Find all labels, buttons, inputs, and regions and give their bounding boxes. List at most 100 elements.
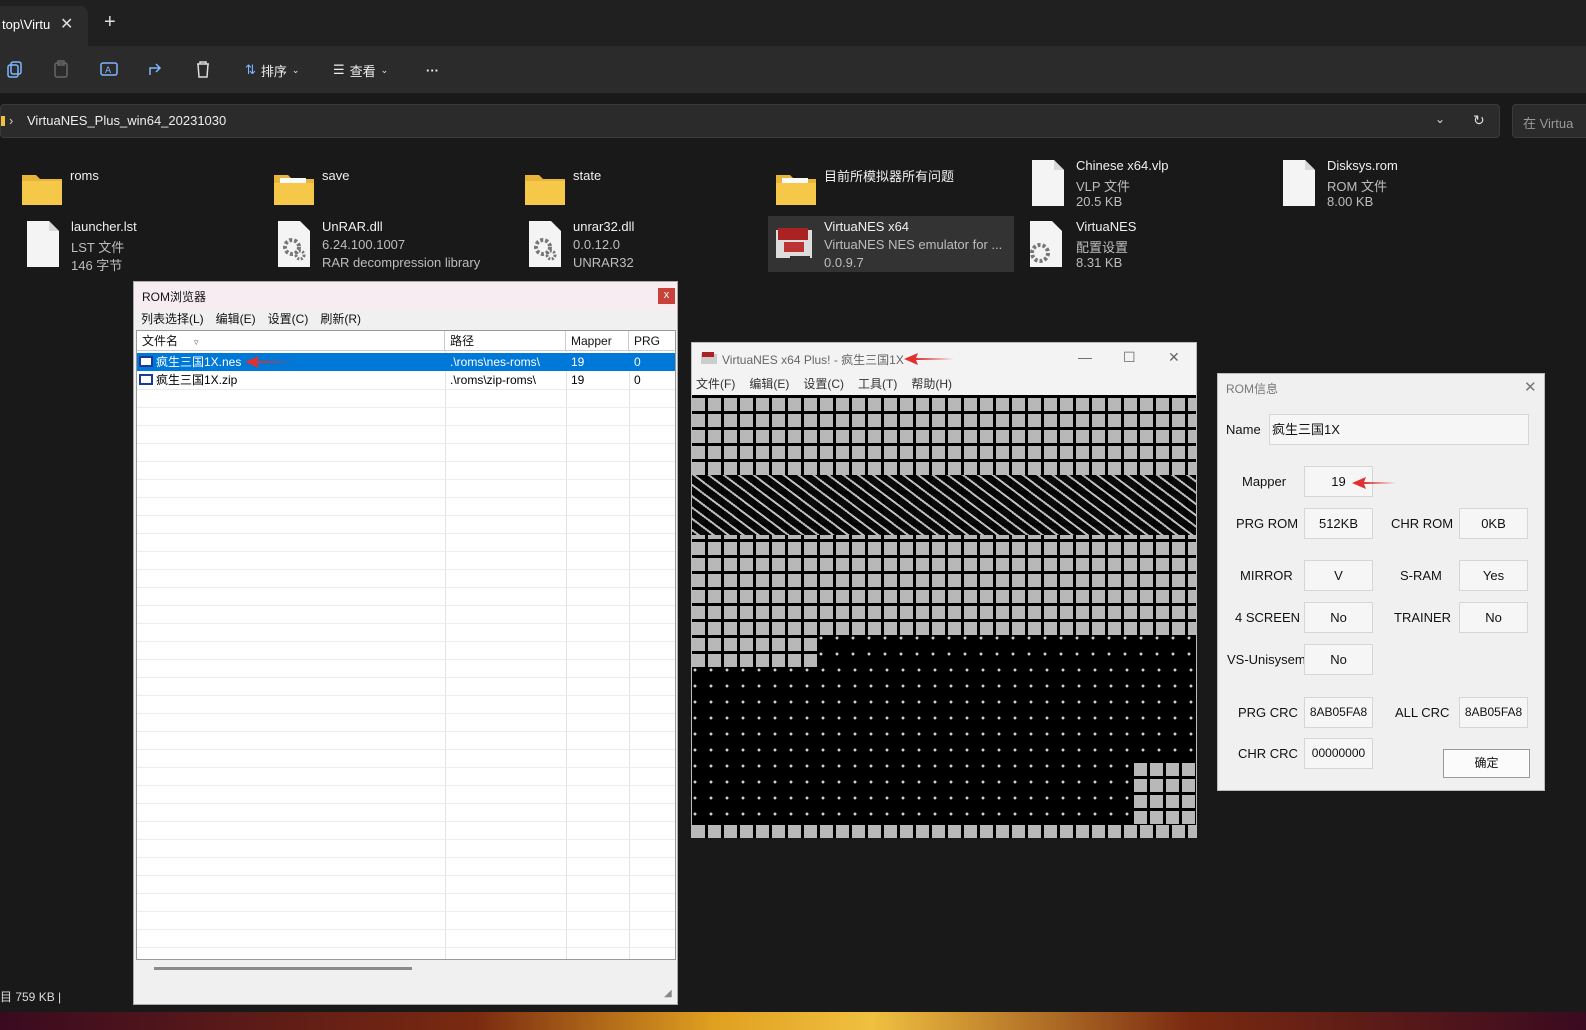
title-bar[interactable]: ROM浏览器 x bbox=[134, 282, 677, 309]
file-description: RAR decompression library bbox=[322, 255, 481, 270]
sram-field[interactable]: Yes bbox=[1459, 560, 1528, 591]
file-name: UnRAR.dll bbox=[322, 219, 383, 234]
rom-list[interactable]: 文件名 ▿ 路径 Mapper PRG 疯生三国1X.nes .\roms\nes… bbox=[136, 330, 676, 960]
table-row[interactable]: 疯生三国1X.nes .\roms\nes-roms\ 19 0 bbox=[137, 353, 675, 371]
close-icon[interactable]: ✕ bbox=[1168, 349, 1180, 366]
all-crc-field[interactable]: 8AB05FA8 bbox=[1459, 697, 1528, 728]
cell-prg: 0 bbox=[634, 355, 641, 369]
file-size: 8.00 KB bbox=[1327, 194, 1374, 209]
menu-edit[interactable]: 编辑(E) bbox=[749, 375, 789, 395]
gear-file-icon bbox=[1030, 221, 1062, 267]
new-tab-icon[interactable]: + bbox=[104, 12, 116, 32]
close-icon[interactable]: ✕ bbox=[60, 14, 73, 34]
address-path[interactable]: VirtuaNES_Plus_win64_20231030 bbox=[27, 113, 226, 128]
menu-file[interactable]: 文件(F) bbox=[696, 375, 735, 395]
minimize-icon[interactable]: — bbox=[1078, 349, 1092, 365]
chr-rom-field[interactable]: 0KB bbox=[1459, 508, 1528, 539]
address-bar[interactable]: › VirtuaNES_Plus_win64_20231030 ⌄ ↻ bbox=[0, 104, 1500, 138]
file-item[interactable]: Chinese x64.vlp VLP 文件 20.5 KB bbox=[1026, 158, 1266, 214]
tab-title: top\Virtu bbox=[2, 17, 50, 32]
menu-list-select[interactable]: 列表选择(L) bbox=[141, 310, 204, 330]
more-button[interactable]: ··· bbox=[426, 59, 439, 81]
four-screen-field[interactable]: No bbox=[1304, 602, 1373, 633]
column-prg[interactable]: PRG bbox=[629, 331, 675, 351]
file-item[interactable]: VirtuaNES 配置设置 8.31 KB bbox=[1024, 219, 1264, 275]
famicom-icon bbox=[776, 228, 812, 264]
row-separator bbox=[137, 875, 675, 876]
menu-settings[interactable]: 设置(C) bbox=[268, 310, 309, 330]
folder-icon bbox=[22, 175, 62, 205]
mirror-field[interactable]: V bbox=[1304, 560, 1373, 591]
menu-tools[interactable]: 工具(T) bbox=[858, 375, 897, 395]
vs-unisystem-field[interactable]: No bbox=[1304, 644, 1373, 675]
prg-crc-label: PRG CRC bbox=[1238, 705, 1298, 720]
file-item[interactable]: roms bbox=[20, 164, 250, 220]
refresh-icon[interactable]: ↻ bbox=[1473, 112, 1485, 129]
title-bar[interactable]: VirtuaNES x64 Plus! - 疯生三国1X — ☐ ✕ bbox=[692, 343, 1196, 373]
game-screen[interactable] bbox=[692, 395, 1196, 838]
file-type: ROM 文件 bbox=[1327, 179, 1387, 194]
row-separator bbox=[137, 623, 675, 624]
tab-explorer[interactable]: top\Virtu ✕ bbox=[0, 6, 88, 46]
table-row[interactable]: 疯生三国1X.zip .\roms\zip-roms\ 19 0 bbox=[137, 371, 675, 389]
file-item[interactable]: 目前所模拟器所有问题 bbox=[774, 164, 1014, 220]
copy-icon[interactable] bbox=[5, 59, 25, 79]
menu-settings[interactable]: 设置(C) bbox=[803, 375, 844, 395]
tile-pattern bbox=[692, 635, 818, 667]
column-filename[interactable]: 文件名 ▿ bbox=[137, 331, 445, 351]
gear-file-icon bbox=[529, 221, 561, 267]
file-item[interactable]: state bbox=[523, 164, 753, 220]
svg-text:A: A bbox=[105, 66, 112, 76]
rom-browser-window: ROM浏览器 x 列表选择(L) 编辑(E) 设置(C) 刷新(R) 文件名 ▿ … bbox=[133, 281, 678, 1005]
scrollbar-thumb[interactable] bbox=[154, 967, 412, 970]
four-screen-label: 4 SCREEN bbox=[1235, 610, 1301, 625]
folder-icon bbox=[776, 175, 816, 205]
document-icon bbox=[1032, 160, 1064, 206]
column-path[interactable]: 路径 bbox=[445, 331, 566, 351]
share-icon[interactable] bbox=[146, 59, 166, 79]
sort-icon: ⇅ bbox=[245, 62, 256, 77]
view-label: 查看 bbox=[349, 63, 376, 79]
chevron-down-icon[interactable]: ⌄ bbox=[1435, 112, 1445, 126]
chr-crc-field[interactable]: 00000000 bbox=[1304, 738, 1373, 769]
file-item[interactable]: unrar32.dll 0.0.12.0 UNRAR32 bbox=[523, 219, 763, 275]
chevron-right-icon[interactable]: › bbox=[9, 113, 13, 128]
close-button[interactable]: x bbox=[658, 288, 675, 304]
file-name: unrar32.dll bbox=[573, 219, 635, 234]
row-separator bbox=[137, 407, 675, 408]
file-name: roms bbox=[70, 168, 99, 183]
name-field[interactable]: 疯生三国1X bbox=[1269, 414, 1529, 445]
resize-grip-icon[interactable]: ◢ bbox=[664, 988, 672, 999]
menu-edit[interactable]: 编辑(E) bbox=[216, 310, 256, 330]
menu-refresh[interactable]: 刷新(R) bbox=[320, 310, 361, 330]
column-mapper[interactable]: Mapper bbox=[566, 331, 629, 351]
dialog-title: ROM信息 bbox=[1226, 382, 1278, 396]
prg-crc-field[interactable]: 8AB05FA8 bbox=[1304, 697, 1373, 728]
tab-bar: top\Virtu ✕ + bbox=[0, 0, 1586, 46]
delete-icon[interactable] bbox=[193, 59, 213, 79]
famicom-icon bbox=[701, 352, 717, 364]
row-separator bbox=[137, 731, 675, 732]
menu-help[interactable]: 帮助(H) bbox=[911, 375, 952, 395]
row-separator bbox=[137, 713, 675, 714]
ok-button[interactable]: 确定 bbox=[1443, 749, 1530, 778]
file-item[interactable]: UnRAR.dll 6.24.100.1007 RAR decompressio… bbox=[272, 219, 512, 275]
file-description: UNRAR32 bbox=[573, 255, 634, 270]
close-icon[interactable]: ✕ bbox=[1524, 378, 1537, 396]
view-button[interactable]: ☰ 查看 ⌄ bbox=[333, 59, 388, 81]
file-item[interactable]: save bbox=[272, 164, 502, 220]
search-input[interactable]: 在 Virtua bbox=[1512, 104, 1586, 138]
maximize-icon[interactable]: ☐ bbox=[1123, 349, 1136, 366]
paste-icon[interactable] bbox=[51, 59, 71, 79]
trainer-field[interactable]: No bbox=[1459, 602, 1528, 633]
file-item-selected[interactable]: VirtuaNES x64 VirtuaNES NES emulator for… bbox=[768, 216, 1014, 272]
prg-rom-field[interactable]: 512KB bbox=[1304, 508, 1373, 539]
row-separator bbox=[137, 659, 675, 660]
file-item[interactable]: launcher.lst LST 文件 146 字节 bbox=[21, 219, 251, 275]
horizontal-scrollbar[interactable] bbox=[136, 960, 676, 976]
sort-button[interactable]: ⇅ 排序 ⌄ bbox=[245, 59, 299, 81]
rename-icon[interactable]: A bbox=[99, 59, 119, 79]
row-separator bbox=[137, 947, 675, 948]
annotation-arrow bbox=[245, 356, 295, 368]
file-item[interactable]: Disksys.rom ROM 文件 8.00 KB bbox=[1277, 158, 1517, 214]
